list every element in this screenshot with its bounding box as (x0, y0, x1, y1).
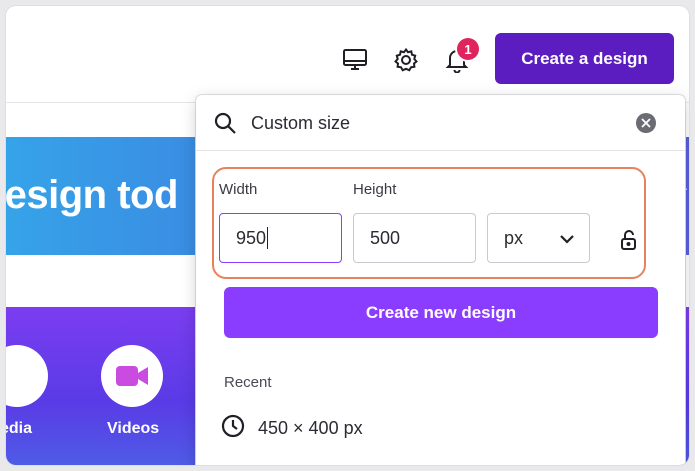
search-icon (213, 111, 237, 140)
hero-title: lesign tod (6, 173, 178, 217)
app-window: lesign tod oa edia Videos (6, 6, 689, 465)
notification-badge: 1 (457, 38, 479, 60)
desktop-icon[interactable] (338, 43, 372, 77)
create-new-design-button[interactable]: Create new design (224, 287, 658, 338)
clear-icon[interactable] (636, 113, 656, 133)
quick-item-label-videos[interactable]: Videos (107, 420, 159, 438)
width-label: Width (219, 181, 258, 198)
unit-value: px (504, 227, 524, 248)
create-a-design-button[interactable]: Create a design (495, 33, 674, 84)
unit-select[interactable]: px (487, 213, 590, 263)
top-bar: 1 Create a design (6, 6, 689, 103)
media-icon[interactable] (6, 345, 48, 407)
chevron-down-icon (559, 228, 575, 249)
search-bar: Custom size (196, 95, 685, 151)
width-value: 950 (236, 227, 267, 248)
custom-size-panel: Custom size Width Height 950 500 px Crea… (196, 95, 685, 465)
unlock-icon[interactable] (620, 229, 638, 256)
video-camera-icon[interactable] (101, 345, 163, 407)
search-input[interactable]: Custom size (251, 113, 350, 134)
recent-heading: Recent (224, 374, 272, 391)
height-label: Height (353, 181, 397, 198)
quick-item-label-media: edia (6, 420, 33, 437)
width-input[interactable]: 950 (219, 213, 342, 263)
height-input[interactable]: 500 (353, 213, 476, 263)
height-value: 500 (370, 227, 401, 248)
text-caret (267, 227, 269, 249)
gear-icon[interactable] (389, 43, 423, 77)
recent-item[interactable]: 450 × 400 px (220, 413, 363, 443)
clock-icon (220, 413, 246, 444)
recent-item-label: 450 × 400 px (258, 417, 363, 438)
